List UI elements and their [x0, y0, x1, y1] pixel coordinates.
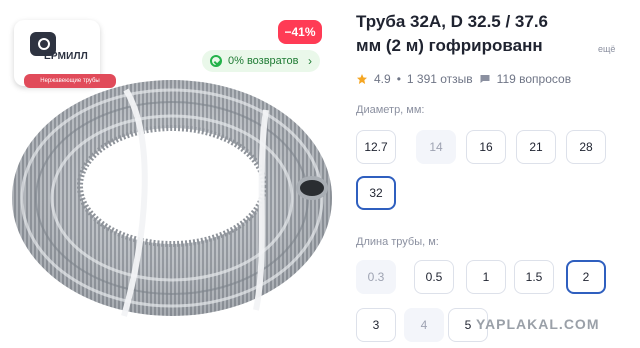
star-icon	[357, 74, 367, 84]
diameter-option[interactable]: 16	[466, 130, 506, 164]
brand-name: ЕРМИЛЛ	[44, 51, 88, 62]
length-label: Длина трубы, м:	[356, 236, 439, 248]
questions-count[interactable]: 119 вопросов	[497, 72, 571, 86]
diameter-option[interactable]: 14	[416, 130, 456, 164]
watermark: YAPLAKAL.COM	[476, 316, 600, 332]
length-option[interactable]: 3	[356, 308, 396, 342]
product-title-line-1: Труба 32А, D 32.5 / 37.6	[356, 12, 549, 31]
diameter-label: Диаметр, мм:	[356, 104, 425, 116]
returns-badge[interactable]: 0% возвратов ›	[202, 50, 320, 72]
diameter-option-selected[interactable]: 32	[356, 176, 396, 210]
returns-text: 0% возвратов	[228, 55, 299, 67]
product-title: Труба 32А, D 32.5 / 37.6 мм (2 м) гофрир…	[356, 10, 616, 58]
check-circle-icon	[210, 55, 222, 67]
rating-row: 4.9 • 1 391 отзыв 119 вопросов	[356, 72, 571, 86]
length-option[interactable]: 0.5	[414, 260, 454, 294]
length-option-selected[interactable]: 2	[566, 260, 606, 294]
more-link[interactable]: ещё	[598, 44, 615, 54]
product-media[interactable]: ЕРМИЛЛ Нержавеющие трубы −41% 0% возврат…	[0, 0, 340, 348]
diameter-option[interactable]: 28	[566, 130, 606, 164]
rating-value: 4.9	[374, 72, 391, 86]
reviews-count[interactable]: 1 391 отзыв	[407, 72, 473, 86]
length-option[interactable]: 1	[466, 260, 506, 294]
product-title-line-2: мм (2 м) гофрированн	[356, 36, 543, 55]
dot-separator: •	[396, 72, 401, 86]
chat-icon	[480, 75, 490, 83]
length-option[interactable]: 0.3	[356, 260, 396, 294]
product-image	[12, 80, 332, 317]
length-option[interactable]: 4	[404, 308, 444, 342]
length-option[interactable]: 1.5	[514, 260, 554, 294]
diameter-option[interactable]: 12.7	[356, 130, 396, 164]
chevron-right-icon: ›	[308, 54, 312, 68]
discount-badge: −41%	[278, 20, 322, 44]
diameter-option[interactable]: 21	[516, 130, 556, 164]
